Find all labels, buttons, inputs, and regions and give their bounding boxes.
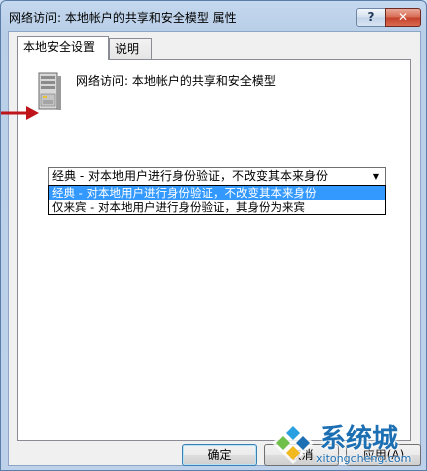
ok-button[interactable]: 确定	[182, 444, 257, 466]
help-button[interactable]: ?	[356, 8, 386, 27]
close-button[interactable]: ✕	[385, 8, 421, 27]
select-current-value: 经典 - 对本地用户进行身份验证，不改变其本来身份	[52, 169, 328, 183]
title-bar[interactable]: 网络访问: 本地帐户的共享和安全模型 属性 ? ✕	[1, 1, 426, 31]
properties-dialog: 网络访问: 本地帐户的共享和安全模型 属性 ? ✕ 本地安全设置 说明 网络访问…	[0, 0, 427, 471]
dialog-client-area: 本地安全设置 说明 网络访问: 本地帐户的共享和安全模型 经典 - 对本地用户进…	[8, 31, 421, 466]
option-guest-only[interactable]: 仅来宾 - 对本地用户进行身份验证，其身份为来宾	[49, 200, 385, 214]
annotation-arrow-icon	[1, 106, 39, 120]
watermark-url: xitongcheng.com	[316, 452, 412, 465]
tab-panel: 网络访问: 本地帐户的共享和安全模型 经典 - 对本地用户进行身份验证，不改变其…	[17, 59, 411, 441]
tab-explain[interactable]: 说明	[109, 38, 152, 60]
window-title: 网络访问: 本地帐户的共享和安全模型 属性	[9, 11, 237, 25]
policy-title: 网络访问: 本地帐户的共享和安全模型	[76, 74, 276, 88]
security-model-options: 经典 - 对本地用户进行身份验证，不改变其本来身份 仅来宾 - 对本地用户进行身…	[48, 185, 386, 215]
watermark-logo-icon	[272, 422, 314, 464]
watermark-brand: 系统城	[320, 424, 399, 454]
security-model-select[interactable]: 经典 - 对本地用户进行身份验证，不改变其本来身份 ▼	[48, 167, 386, 186]
chevron-down-icon[interactable]: ▼	[369, 168, 383, 185]
option-classic[interactable]: 经典 - 对本地用户进行身份验证，不改变其本来身份	[49, 186, 385, 200]
watermark: 系统城 xitongcheng.com	[270, 418, 427, 471]
tab-local-security-setting[interactable]: 本地安全设置	[17, 36, 109, 60]
